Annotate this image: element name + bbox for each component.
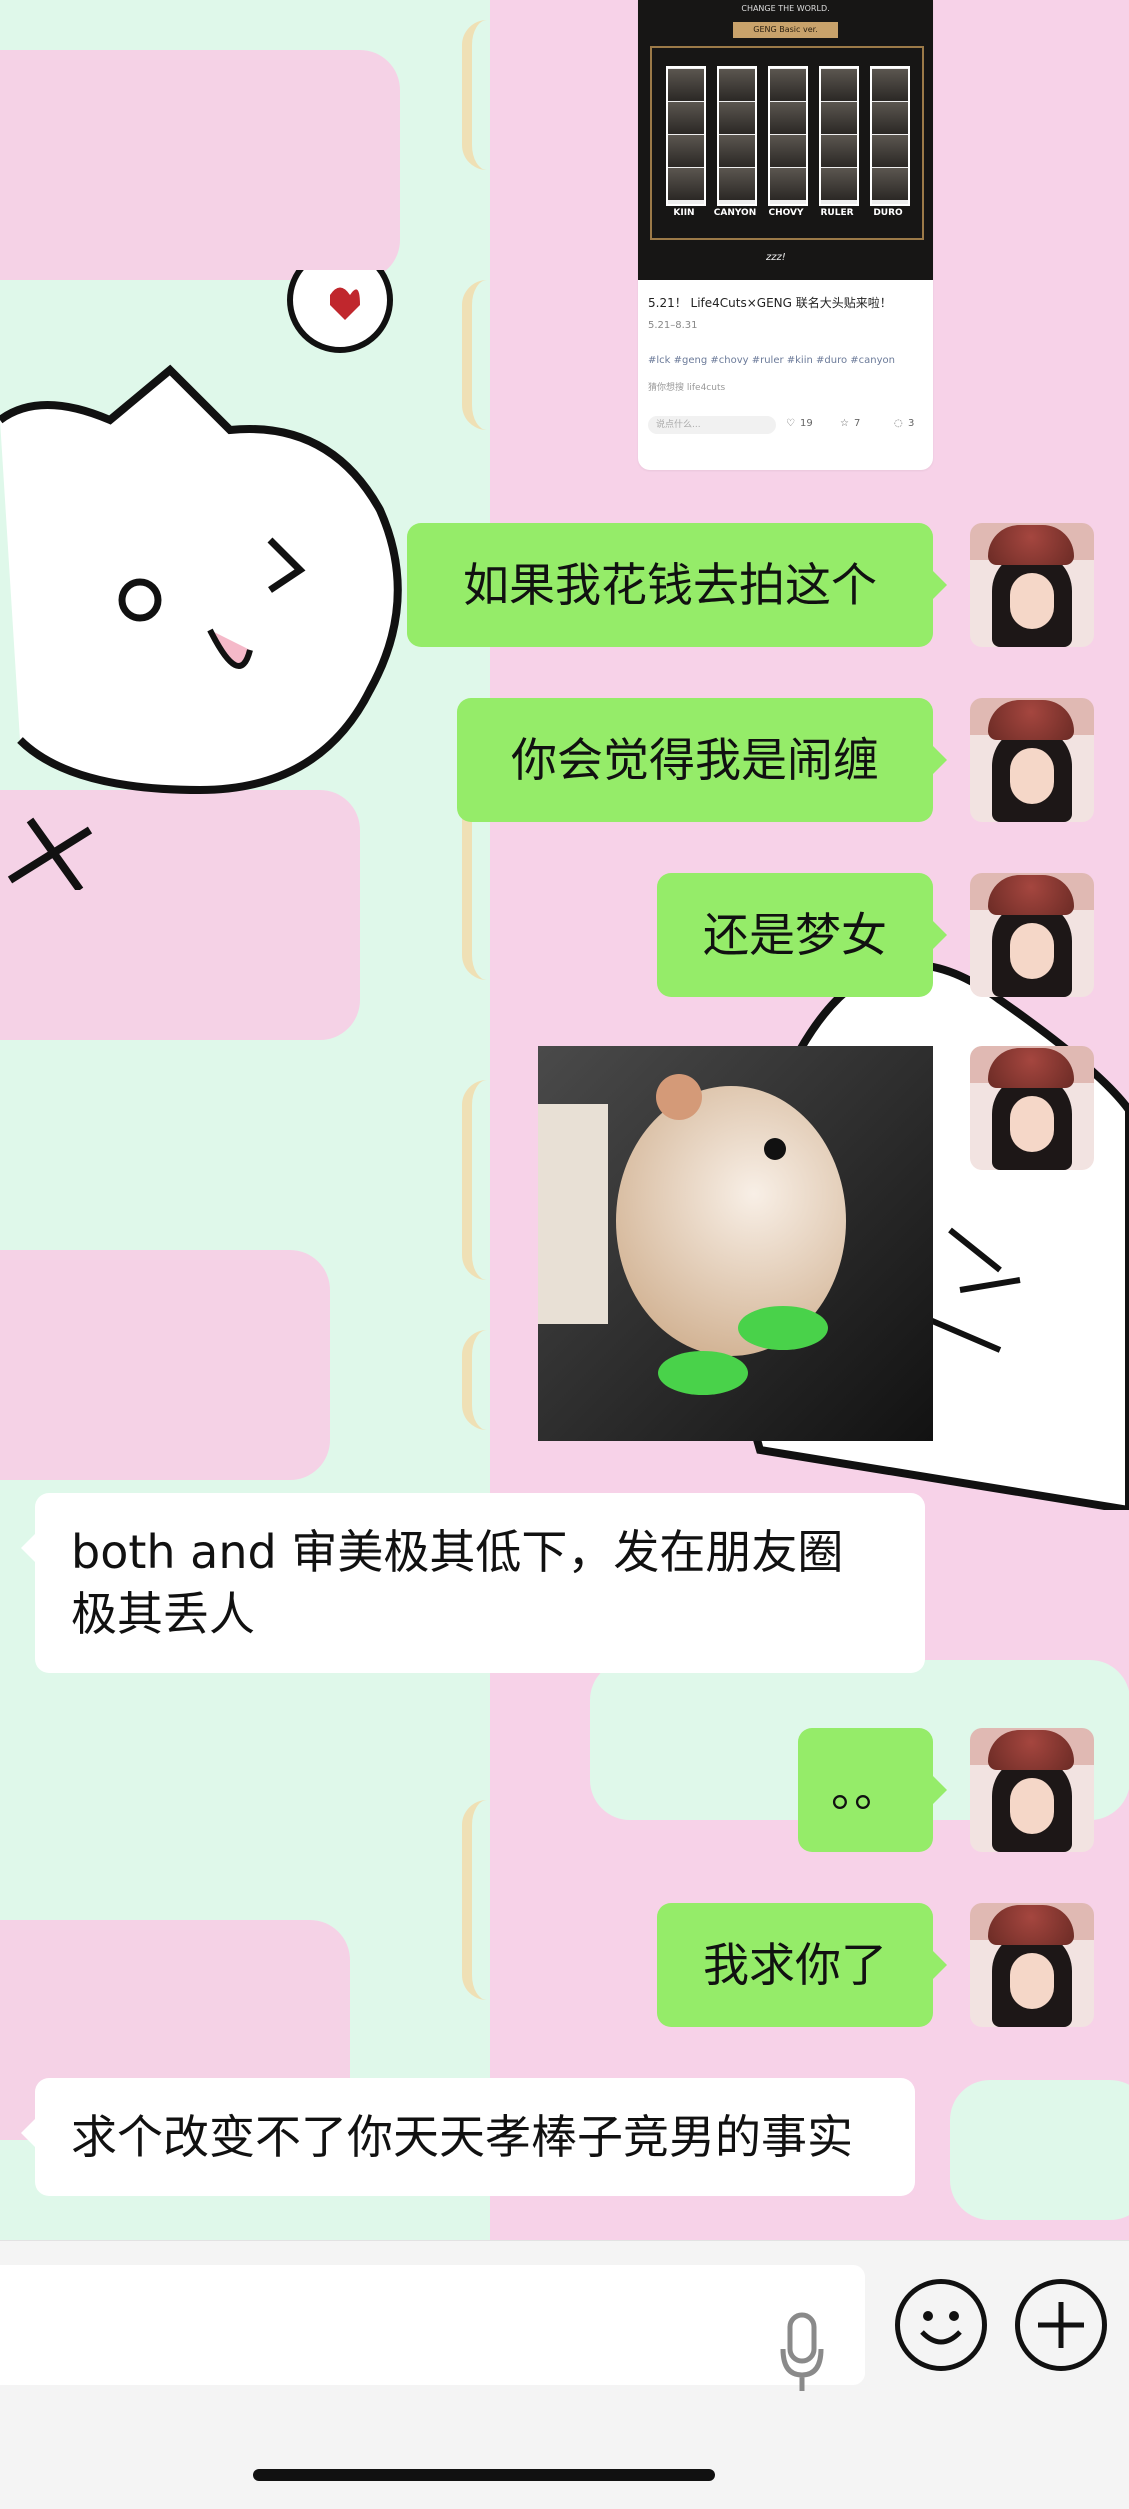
player-name: CANYON xyxy=(713,208,757,218)
incoming-message[interactable]: 求个改变不了你天天孝棒子竞男的事实 xyxy=(21,2078,915,2196)
incoming-message[interactable]: both and 审美极其低下，发在朋友圈极其丢人 xyxy=(21,1493,925,1673)
player-name: CHOVY xyxy=(768,208,804,218)
outgoing-message[interactable]: 还是梦女 xyxy=(657,873,947,997)
avatar[interactable] xyxy=(970,1046,1094,1170)
star-count: 7 xyxy=(854,418,861,429)
photo-strip xyxy=(666,66,706,206)
post-image: CHANGE THE WORLD. GENG Basic ver. KIIN C… xyxy=(638,0,933,280)
outgoing-message[interactable]: 如果我花钱去拍这个 xyxy=(407,523,947,647)
outgoing-message[interactable]: 。。 xyxy=(798,1728,947,1852)
post-tags[interactable]: #lck #geng #chovy #ruler #kiin #duro #ca… xyxy=(648,355,895,366)
outgoing-message[interactable]: 我求你了 xyxy=(657,1903,947,2027)
avatar[interactable] xyxy=(970,1903,1094,2027)
post-comment-input[interactable]: 说点什么... xyxy=(648,416,776,434)
cat-doodle-icon xyxy=(0,270,402,890)
like-icon[interactable]: ♡ xyxy=(786,418,795,429)
player-name: DURO xyxy=(873,208,903,218)
post-date: 5.21–8.31 xyxy=(648,320,698,331)
post-search-hint[interactable]: 猜你想搜 life4cuts xyxy=(648,380,725,393)
message-input[interactable] xyxy=(0,2265,865,2391)
post-title: 5.21！ Life4Cuts×GENG 联名大头贴来啦！ xyxy=(648,296,892,310)
plus-circle-icon[interactable] xyxy=(1015,2279,1107,2371)
comment-icon[interactable]: ◌ xyxy=(894,418,903,429)
comment-count: 3 xyxy=(908,418,915,429)
post-actions: 说点什么... ♡ 19 ☆ 7 ◌ 3 xyxy=(648,412,923,438)
hamster-sticker-icon[interactable] xyxy=(538,1046,933,1441)
outgoing-message[interactable]: 你会觉得我是闹缠 xyxy=(457,698,947,822)
star-icon[interactable]: ☆ xyxy=(840,418,849,429)
home-indicator[interactable] xyxy=(253,2469,715,2481)
shared-post-card[interactable]: CHANGE THE WORLD. GENG Basic ver. KIIN C… xyxy=(638,0,933,470)
post-banner: GENG Basic ver. xyxy=(733,22,838,38)
photo-strip xyxy=(870,66,910,206)
photo-strip xyxy=(717,66,757,206)
photo-strip xyxy=(768,66,808,206)
avatar[interactable] xyxy=(970,873,1094,997)
avatar[interactable] xyxy=(970,698,1094,822)
photo-strip xyxy=(819,66,859,206)
post-kicker: CHANGE THE WORLD. xyxy=(741,4,830,13)
post-signature: zzz! xyxy=(766,252,786,263)
avatar[interactable] xyxy=(970,523,1094,647)
smiley-icon[interactable] xyxy=(895,2279,987,2371)
player-name: RULER xyxy=(820,208,854,218)
microphone-icon[interactable] xyxy=(780,2307,824,2397)
avatar[interactable] xyxy=(970,1728,1094,1852)
player-name: KIIN xyxy=(673,208,695,218)
photo-strip-frame: KIIN CANYON CHOVY RULER DURO xyxy=(650,46,924,240)
like-count: 19 xyxy=(800,418,813,429)
